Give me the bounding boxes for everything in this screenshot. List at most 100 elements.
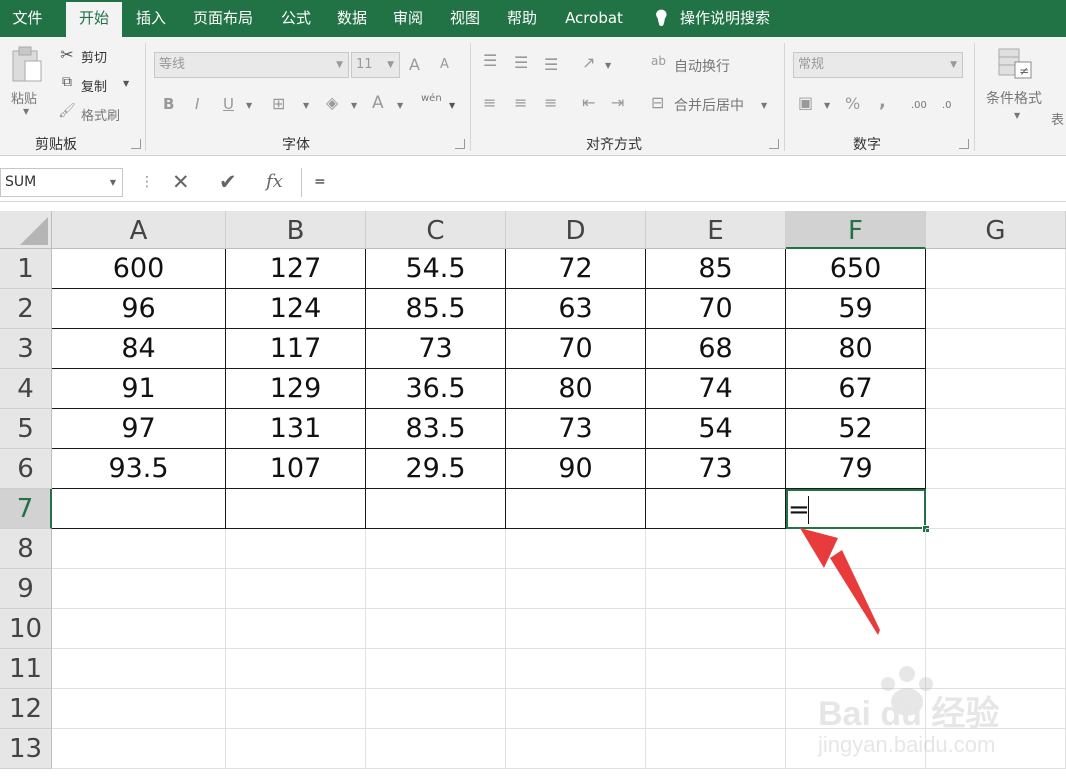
- cell-c13[interactable]: [366, 729, 506, 769]
- wrap-text-button[interactable]: 自动换行: [674, 56, 730, 76]
- align-center-icon[interactable]: ≡: [514, 93, 527, 112]
- cut-button[interactable]: 剪切: [81, 47, 107, 66]
- cell-f1[interactable]: 650: [786, 249, 926, 289]
- merge-center-dropdown-icon[interactable]: ▼: [761, 101, 767, 110]
- column-header-e[interactable]: E: [646, 211, 786, 249]
- bold-button[interactable]: B: [163, 95, 174, 113]
- cell-a8[interactable]: [52, 529, 226, 569]
- cell-f5[interactable]: 52: [786, 409, 926, 449]
- cell-d8[interactable]: [506, 529, 646, 569]
- number-launcher-icon[interactable]: [959, 139, 969, 149]
- paste-dropdown-icon[interactable]: ▼: [23, 107, 29, 116]
- cell-g7[interactable]: [926, 489, 1066, 529]
- column-header-f[interactable]: F: [786, 211, 926, 249]
- cell-b9[interactable]: [226, 569, 366, 609]
- orientation-dropdown-icon[interactable]: ▼: [605, 61, 611, 70]
- tab-2[interactable]: 插入: [128, 0, 174, 37]
- clipboard-launcher-icon[interactable]: [131, 139, 141, 149]
- phonetic-icon[interactable]: wén: [421, 93, 442, 104]
- cell-a6[interactable]: 93.5: [52, 449, 226, 489]
- cell-a4[interactable]: 91: [52, 369, 226, 409]
- cell-e5[interactable]: 54: [646, 409, 786, 449]
- fill-color-icon[interactable]: ◈: [326, 93, 338, 112]
- column-header-d[interactable]: D: [506, 211, 646, 249]
- cell-e1[interactable]: 85: [646, 249, 786, 289]
- underline-button[interactable]: U: [223, 95, 234, 113]
- name-box[interactable]: SUM ▼: [0, 168, 123, 197]
- align-middle-icon[interactable]: ☰: [514, 53, 528, 72]
- cell-g2[interactable]: [926, 289, 1066, 329]
- cell-b12[interactable]: [226, 689, 366, 729]
- copy-button[interactable]: 复制: [81, 76, 107, 95]
- confirm-entry-icon[interactable]: ✔: [219, 170, 237, 194]
- cell-c11[interactable]: [366, 649, 506, 689]
- more-options-icon[interactable]: ⋮: [140, 174, 154, 190]
- tab-3[interactable]: 页面布局: [186, 0, 260, 37]
- row-header-2[interactable]: 2: [0, 289, 52, 329]
- column-header-c[interactable]: C: [366, 211, 506, 249]
- cell-d11[interactable]: [506, 649, 646, 689]
- cell-a9[interactable]: [52, 569, 226, 609]
- cell-e2[interactable]: 70: [646, 289, 786, 329]
- cell-g4[interactable]: [926, 369, 1066, 409]
- cell-b1[interactable]: 127: [226, 249, 366, 289]
- currency-dropdown-icon[interactable]: ▼: [824, 101, 830, 110]
- cell-d4[interactable]: 80: [506, 369, 646, 409]
- cell-e8[interactable]: [646, 529, 786, 569]
- row-header-5[interactable]: 5: [0, 409, 52, 449]
- cell-f2[interactable]: 59: [786, 289, 926, 329]
- cell-a1[interactable]: 600: [52, 249, 226, 289]
- decrease-decimal-button[interactable]: .0: [942, 100, 952, 111]
- cell-g8[interactable]: [926, 529, 1066, 569]
- fill-color-dropdown-icon[interactable]: ▼: [351, 101, 357, 110]
- font-launcher-icon[interactable]: [455, 139, 465, 149]
- copy-dropdown-icon[interactable]: ▼: [123, 79, 129, 88]
- cell-b13[interactable]: [226, 729, 366, 769]
- formula-input[interactable]: =: [301, 168, 1066, 197]
- underline-dropdown-icon[interactable]: ▼: [246, 101, 252, 110]
- cell-f6[interactable]: 79: [786, 449, 926, 489]
- select-all-corner[interactable]: [0, 211, 52, 249]
- cell-g6[interactable]: [926, 449, 1066, 489]
- align-right-icon[interactable]: ≡: [544, 93, 557, 112]
- tab-8[interactable]: 帮助: [499, 0, 545, 37]
- cell-e13[interactable]: [646, 729, 786, 769]
- number-format-combo[interactable]: 常规 ▼: [793, 52, 963, 78]
- cell-g1[interactable]: [926, 249, 1066, 289]
- cell-g10[interactable]: [926, 609, 1066, 649]
- cell-a13[interactable]: [52, 729, 226, 769]
- format-as-table-partial[interactable]: 表: [1051, 109, 1064, 128]
- cell-c5[interactable]: 83.5: [366, 409, 506, 449]
- cell-b8[interactable]: [226, 529, 366, 569]
- cell-c6[interactable]: 29.5: [366, 449, 506, 489]
- chevron-down-icon[interactable]: ▼: [110, 169, 116, 196]
- column-header-g[interactable]: G: [926, 211, 1066, 249]
- cell-e11[interactable]: [646, 649, 786, 689]
- increase-decimal-button[interactable]: .00: [911, 100, 927, 111]
- row-header-8[interactable]: 8: [0, 529, 52, 569]
- decrease-indent-icon[interactable]: ⇤: [582, 93, 595, 112]
- cell-c7[interactable]: [366, 489, 506, 529]
- cell-e12[interactable]: [646, 689, 786, 729]
- tab-1[interactable]: 开始: [66, 2, 122, 37]
- cell-b2[interactable]: 124: [226, 289, 366, 329]
- cell-b5[interactable]: 131: [226, 409, 366, 449]
- cell-d6[interactable]: 90: [506, 449, 646, 489]
- cell-d5[interactable]: 73: [506, 409, 646, 449]
- cell-d3[interactable]: 70: [506, 329, 646, 369]
- cell-e7[interactable]: [646, 489, 786, 529]
- shrink-font-icon[interactable]: A: [440, 57, 449, 72]
- row-header-12[interactable]: 12: [0, 689, 52, 729]
- cancel-entry-icon[interactable]: ✕: [172, 170, 190, 194]
- column-header-b[interactable]: B: [226, 211, 366, 249]
- conditional-format-dropdown-icon[interactable]: ▼: [1014, 111, 1020, 120]
- tab-4[interactable]: 公式: [273, 0, 319, 37]
- row-header-9[interactable]: 9: [0, 569, 52, 609]
- cell-g9[interactable]: [926, 569, 1066, 609]
- paste-icon[interactable]: [10, 45, 44, 85]
- row-header-4[interactable]: 4: [0, 369, 52, 409]
- cell-b3[interactable]: 117: [226, 329, 366, 369]
- cell-e9[interactable]: [646, 569, 786, 609]
- cell-a3[interactable]: 84: [52, 329, 226, 369]
- cell-d9[interactable]: [506, 569, 646, 609]
